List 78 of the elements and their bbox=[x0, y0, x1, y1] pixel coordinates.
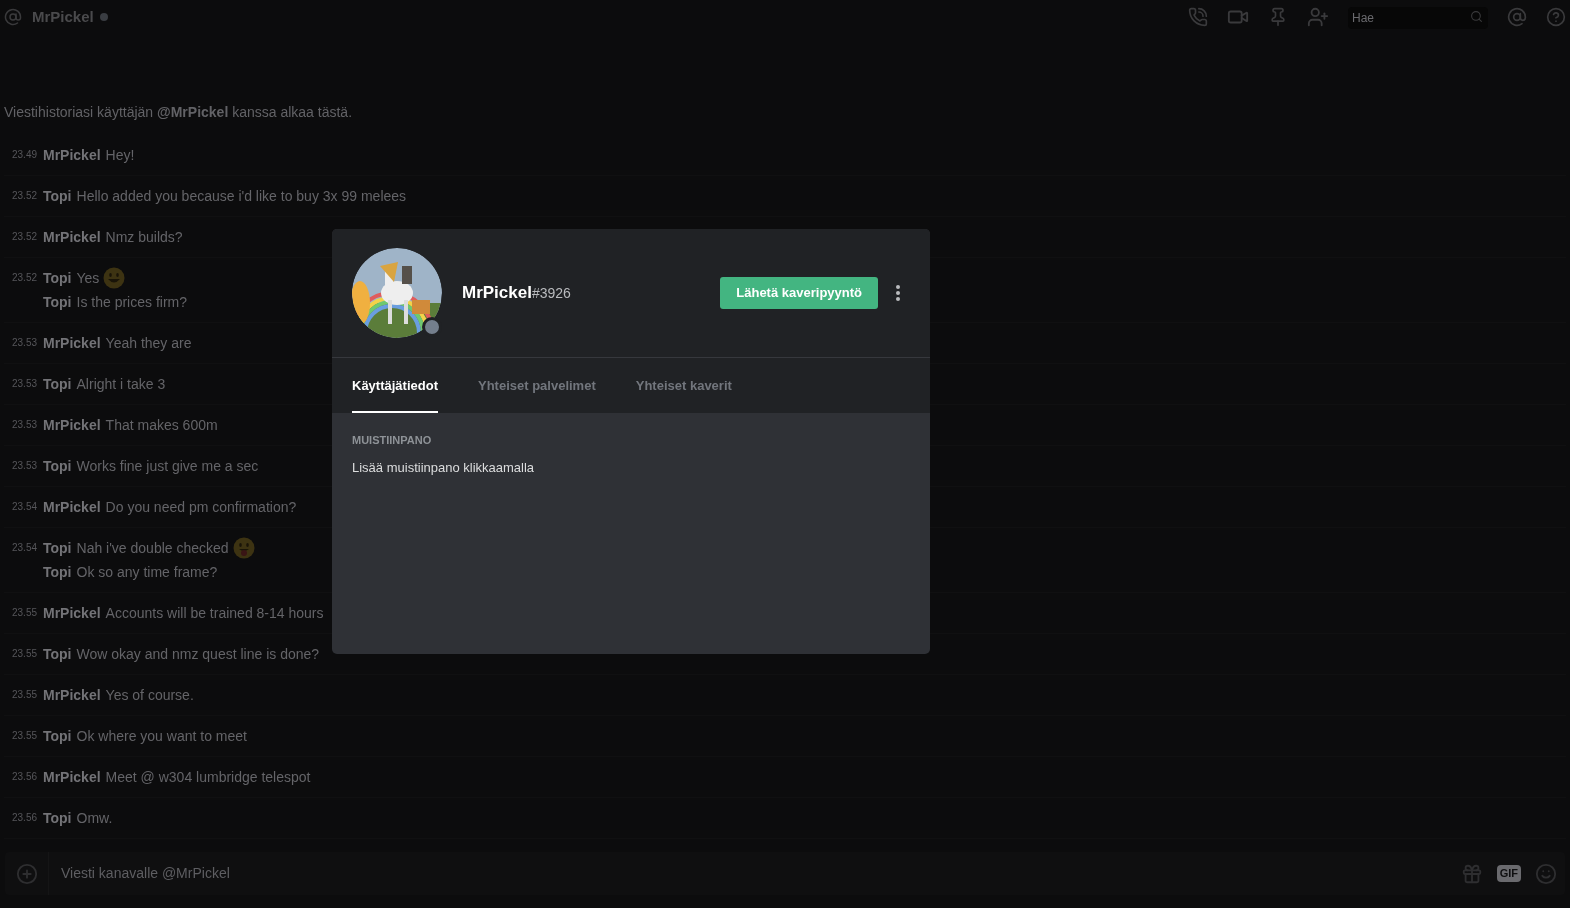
timestamp: 23.52 bbox=[11, 189, 39, 203]
message-text: Do you need pm confirmation? bbox=[105, 498, 297, 517]
author-name: MrPickel bbox=[43, 334, 101, 353]
timestamp: 23.55 bbox=[11, 606, 39, 620]
timestamp: 23.54 bbox=[11, 541, 39, 555]
profile-tab[interactable]: Käyttäjätiedot bbox=[352, 358, 438, 413]
tongue-emoji-icon bbox=[232, 537, 255, 559]
author-name: Topi bbox=[43, 187, 72, 206]
author-name: Topi bbox=[43, 457, 72, 476]
author-name: Topi bbox=[43, 809, 72, 828]
author-name: Topi bbox=[43, 727, 72, 746]
send-friend-request-button[interactable]: Lähetä kaveripyyntö bbox=[720, 277, 878, 309]
profile-discriminator: #3926 bbox=[531, 284, 571, 304]
author-name: MrPickel bbox=[43, 146, 101, 165]
timestamp: 23.53 bbox=[11, 418, 39, 432]
message-text: Works fine just give me a sec bbox=[76, 457, 259, 476]
message-text: Nah i've double checked bbox=[76, 539, 229, 558]
message-text: Is the prices firm? bbox=[76, 293, 187, 312]
message-text: Omw. bbox=[76, 809, 113, 828]
conversation-intro: Viestihistoriasi käyttäjän @MrPickel kanssa alkaa tästä. bbox=[4, 103, 354, 122]
author-name: Topi bbox=[43, 539, 72, 558]
timestamp: 23.52 bbox=[11, 230, 39, 244]
author-name: Topi bbox=[43, 375, 72, 394]
mentions-icon[interactable] bbox=[1507, 7, 1527, 27]
message-text: Yes bbox=[76, 269, 100, 288]
author-name: Topi bbox=[43, 293, 72, 312]
timestamp: 23.54 bbox=[11, 500, 39, 514]
search-icon bbox=[1470, 10, 1483, 23]
message-text: Accounts will be trained 8-14 hours bbox=[105, 604, 324, 623]
author-name: MrPickel bbox=[43, 416, 101, 435]
message-text: Yeah they are bbox=[105, 334, 192, 353]
message-text: Meet @ w304 lumbridge telespot bbox=[105, 768, 311, 787]
timestamp: 23.53 bbox=[11, 377, 39, 391]
message-text: That makes 600m bbox=[105, 416, 218, 435]
grinning-emoji-icon bbox=[103, 267, 126, 289]
author-name: Topi bbox=[43, 645, 72, 664]
author-name: MrPickel bbox=[43, 228, 101, 247]
message-input[interactable]: Viesti kanavalle @MrPickel bbox=[61, 863, 1461, 884]
author-name: Topi bbox=[43, 269, 72, 288]
profile-tab[interactable]: Yhteiset palvelimet bbox=[477, 358, 596, 413]
timestamp: 23.53 bbox=[11, 336, 39, 350]
pin-icon[interactable] bbox=[1268, 7, 1288, 27]
timestamp: 23.55 bbox=[11, 729, 39, 743]
message-text: Ok so any time frame? bbox=[76, 563, 218, 582]
add-user-icon[interactable] bbox=[1307, 6, 1329, 28]
timestamp: 23.55 bbox=[11, 688, 39, 702]
message-text: Nmz builds? bbox=[105, 228, 183, 247]
author-name: MrPickel bbox=[43, 604, 101, 623]
profile-tab[interactable]: Yhteiset kaverit bbox=[635, 358, 732, 413]
gift-icon[interactable] bbox=[1460, 862, 1483, 885]
message-text: Alright i take 3 bbox=[76, 375, 166, 394]
add-attachment-icon[interactable] bbox=[15, 862, 38, 885]
message-text: Hey! bbox=[105, 146, 135, 165]
more-options-icon[interactable] bbox=[895, 284, 901, 302]
author-name: Topi bbox=[43, 563, 72, 582]
author-name: MrPickel bbox=[43, 498, 101, 517]
timestamp: 23.55 bbox=[11, 647, 39, 661]
message-text: Yes of course. bbox=[105, 686, 194, 705]
timestamp: 23.56 bbox=[11, 811, 39, 825]
note-heading: MUISTIINPANO bbox=[352, 433, 433, 448]
at-icon bbox=[4, 8, 22, 26]
note-field[interactable]: Lisää muistiinpano klikkaamalla bbox=[352, 457, 910, 477]
author-name: MrPickel bbox=[43, 768, 101, 787]
timestamp: 23.56 bbox=[11, 770, 39, 784]
call-icon[interactable] bbox=[1188, 7, 1208, 27]
message-text: Hello added you because i'd like to buy 3x 99 melees bbox=[76, 187, 407, 206]
message-text: Ok where you want to meet bbox=[76, 727, 247, 746]
gif-button[interactable]: GIF bbox=[1496, 865, 1521, 882]
author-name: MrPickel bbox=[43, 686, 101, 705]
channel-title: MrPickel bbox=[32, 6, 94, 27]
timestamp: 23.49 bbox=[11, 148, 39, 162]
search-field[interactable]: Hae bbox=[1348, 7, 1488, 29]
message-text: Wow okay and nmz quest line is done? bbox=[76, 645, 320, 664]
timestamp: 23.52 bbox=[11, 271, 39, 285]
timestamp: 23.53 bbox=[11, 459, 39, 473]
profile-username: MrPickel bbox=[462, 282, 532, 305]
help-icon[interactable] bbox=[1546, 7, 1566, 27]
emoji-picker-icon[interactable] bbox=[1535, 862, 1557, 885]
